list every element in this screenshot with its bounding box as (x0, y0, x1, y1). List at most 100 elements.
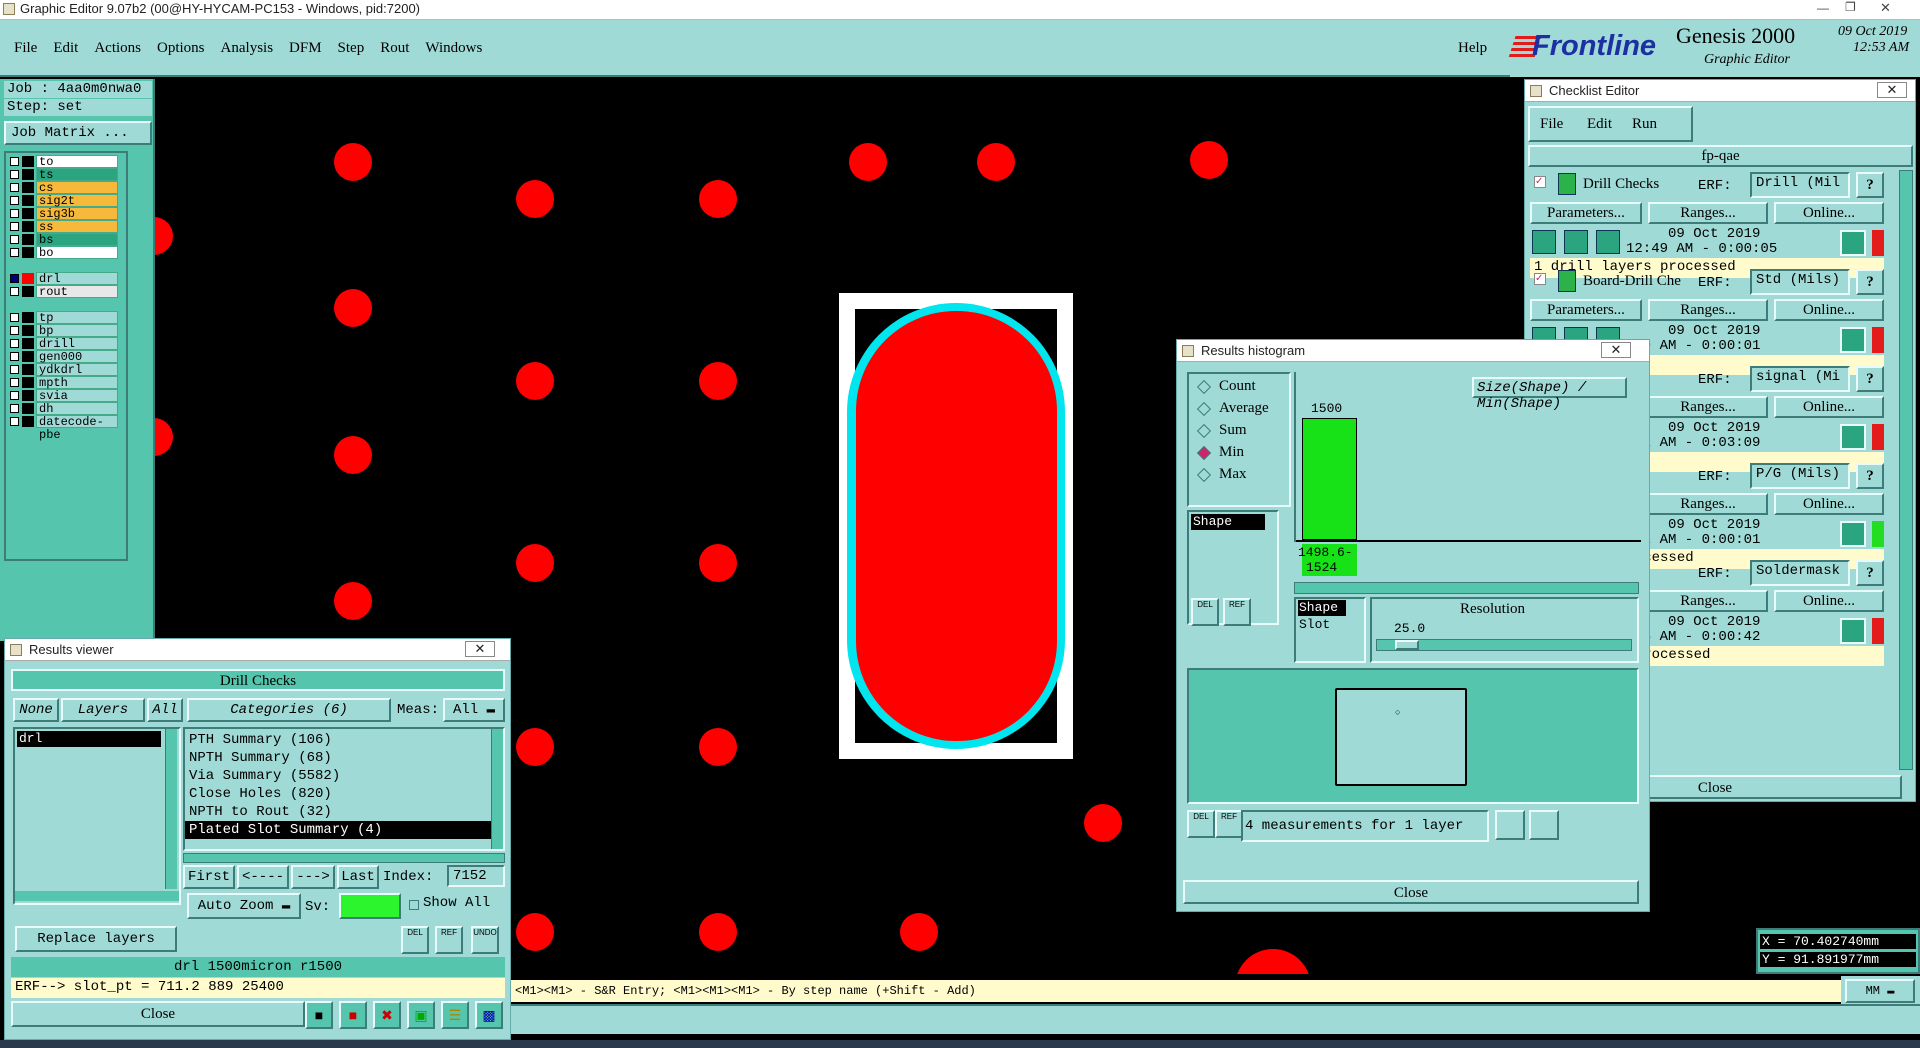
checklist-menu-file[interactable]: File (1540, 116, 1563, 133)
drill-pad[interactable] (334, 289, 372, 327)
layer-checkbox[interactable] (10, 365, 19, 374)
layer-row-bo[interactable]: bo (8, 246, 126, 260)
zoom-icon[interactable] (1840, 230, 1866, 256)
menu-analysis[interactable]: Analysis (221, 40, 274, 60)
drill-pad[interactable] (699, 544, 737, 582)
parameters-button[interactable]: Parameters... (1530, 202, 1642, 224)
drill-pad[interactable] (699, 362, 737, 400)
drill-pad[interactable] (334, 582, 372, 620)
layer-checkbox[interactable] (10, 391, 19, 400)
next-button[interactable]: ---> (291, 865, 335, 889)
category-item[interactable]: NPTH Summary (68) (185, 749, 491, 767)
layer-row-ts[interactable]: ts (8, 168, 126, 182)
layer-checkbox[interactable] (10, 157, 19, 166)
drill-pad[interactable] (516, 728, 554, 766)
drill-pad[interactable] (1190, 141, 1228, 179)
zoom-icon[interactable] (1840, 327, 1866, 353)
parameters-button[interactable]: Parameters... (1530, 299, 1642, 321)
ranges-button[interactable]: Ranges... (1648, 299, 1768, 321)
layer-checkbox[interactable] (10, 209, 19, 218)
toolbar-icon-4[interactable]: ▣ (407, 1001, 435, 1029)
toolbar-icon-2[interactable]: ■ (339, 1001, 367, 1029)
layer-checkbox[interactable] (10, 326, 19, 335)
help-button[interactable]: ? (1856, 172, 1884, 198)
layer-row-ss[interactable]: ss (8, 220, 126, 234)
toolbar-icon-5[interactable]: ☰ (441, 1001, 469, 1029)
drill-pad[interactable] (699, 728, 737, 766)
drill-pad[interactable] (516, 180, 554, 218)
category-item[interactable]: NPTH to Rout (32) (185, 803, 491, 821)
viewer-layer-drl[interactable]: drl (17, 731, 161, 747)
group-slot[interactable]: Slot (1298, 617, 1330, 633)
layer-checkbox[interactable] (10, 417, 19, 426)
sv-color-select[interactable] (339, 893, 401, 919)
histogram-close-icon[interactable]: ✕ (1601, 342, 1631, 358)
menu-edit[interactable]: Edit (53, 40, 78, 60)
report-icon[interactable] (1529, 810, 1559, 840)
drill-pad[interactable] (699, 180, 737, 218)
checklist-scrollbar[interactable] (1899, 170, 1913, 770)
viewer-close-button[interactable]: Close (11, 1001, 305, 1027)
layers-none-button[interactable]: None (13, 698, 59, 722)
online-button[interactable]: Online... (1774, 396, 1884, 418)
layer-row-sig2t[interactable]: sig2t (8, 194, 126, 208)
plated-slot[interactable] (856, 311, 1057, 741)
checklist-close-icon[interactable]: ✕ (1877, 82, 1907, 98)
drill-pad[interactable] (977, 143, 1015, 181)
drill-pad[interactable] (155, 217, 173, 255)
ranges-button[interactable]: Ranges... (1648, 396, 1768, 418)
erf-field[interactable]: P/G (Mils) (1750, 463, 1850, 489)
drill-pad[interactable] (516, 544, 554, 582)
layer-row-gen000[interactable]: gen000 (8, 350, 126, 364)
layer-checkbox[interactable] (10, 183, 19, 192)
layer-checkbox[interactable] (10, 248, 19, 257)
drill-pad[interactable] (1084, 804, 1122, 842)
layer-checkbox[interactable] (10, 339, 19, 348)
ref-icon[interactable]: REF (435, 926, 463, 954)
layer-row-tp[interactable]: tp (8, 311, 126, 325)
layer-checkbox[interactable] (10, 313, 19, 322)
erf-field[interactable]: Drill (Mil (1750, 172, 1850, 198)
categories-button[interactable]: Categories (6) (187, 698, 391, 722)
layer-row-ydkdrl[interactable]: ydkdrl (8, 363, 126, 377)
layer-row-drill[interactable]: drill (8, 337, 126, 351)
del-icon[interactable]: DEL (1191, 598, 1219, 626)
maximize-icon[interactable]: ❐ (1845, 0, 1867, 14)
export-icon[interactable] (1495, 810, 1525, 840)
viewer-close-icon[interactable]: ✕ (465, 641, 495, 657)
option-min[interactable]: Min (1196, 444, 1244, 461)
layer-row-drl[interactable]: drl (8, 272, 126, 286)
layer-row-bp[interactable]: bp (8, 324, 126, 338)
online-button[interactable]: Online... (1774, 299, 1884, 321)
toolbar-icon-3[interactable]: ✖ (373, 1001, 401, 1029)
check-enabled-icon[interactable]: ✓ (1534, 273, 1546, 285)
option-count[interactable]: Count (1196, 378, 1256, 395)
layer-checkbox[interactable] (10, 274, 19, 283)
histogram-close-button[interactable]: Close (1183, 880, 1639, 904)
undo-icon[interactable]: UNDO (471, 926, 499, 954)
layer-checkbox[interactable] (10, 235, 19, 244)
layer-row-cs[interactable]: cs (8, 181, 126, 195)
menu-actions[interactable]: Actions (94, 40, 141, 60)
category-item[interactable]: Close Holes (820) (185, 785, 491, 803)
checklist-menu-edit[interactable]: Edit (1587, 116, 1612, 133)
job-matrix-button[interactable]: Job Matrix ... (4, 121, 152, 145)
histogram-bar[interactable] (1302, 418, 1357, 540)
layer-row-to[interactable]: to (8, 155, 126, 169)
prev-button[interactable]: <---- (237, 865, 289, 889)
histogram-hscroll[interactable] (1294, 582, 1639, 594)
menu-rout[interactable]: Rout (380, 40, 409, 60)
first-button[interactable]: First (183, 865, 235, 889)
show-all-checkbox[interactable] (409, 900, 419, 910)
group-shape[interactable]: Shape (1298, 600, 1346, 616)
ranges-button[interactable]: Ranges... (1648, 202, 1768, 224)
help-button[interactable]: ? (1856, 560, 1884, 586)
layer-row-mpth[interactable]: mpth (8, 376, 126, 390)
category-item[interactable]: PTH Summary (106) (185, 731, 491, 749)
minimize-icon[interactable]: — (1817, 1, 1839, 15)
ref-icon[interactable]: REF (1223, 598, 1251, 626)
menu-step[interactable]: Step (338, 40, 365, 60)
close-icon[interactable]: ✕ (1880, 0, 1902, 16)
auto-zoom-select[interactable]: Auto Zoom ▬ (187, 893, 301, 919)
toolbar-icon-1[interactable]: ■ (305, 1001, 333, 1029)
